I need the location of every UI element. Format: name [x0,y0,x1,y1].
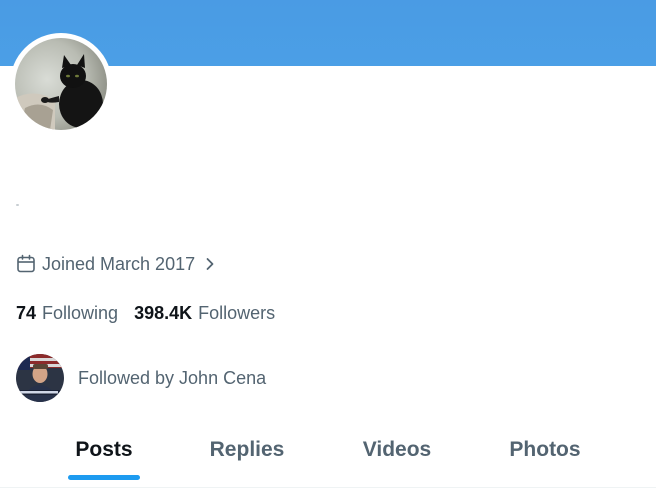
tab-label: Posts [75,438,133,461]
following-stat[interactable]: 74 Following [16,303,118,324]
profile-tabs: Posts Replies Videos Photos [0,420,656,490]
tab-videos[interactable]: Videos [286,420,508,480]
follow-stats: 74 Following 398.4K Followers [16,300,291,326]
joined-date[interactable]: Joined March 2017 [16,251,217,277]
profile-avatar[interactable] [10,33,112,135]
chevron-right-icon [203,257,217,271]
joined-text: Joined March 2017 [42,253,196,274]
tab-label: Videos [362,438,432,461]
tab-label: Replies [209,438,285,461]
tab-label: Photos [509,438,581,461]
cat-photo [15,38,107,130]
bio-placeholder-mark [16,204,19,206]
tabs-divider [0,487,656,488]
followers-label: Followers [198,302,276,323]
follower-avatar [16,354,64,402]
followed-by[interactable]: Followed by John Cena [16,353,266,403]
calendar-icon [16,254,36,274]
following-label: Following [42,302,119,323]
tab-posts[interactable]: Posts [0,420,208,480]
followers-count: 398.4K [134,302,193,323]
following-count: 74 [16,302,37,323]
followers-stat[interactable]: 398.4K Followers [134,303,275,324]
tab-replies[interactable]: Replies [208,420,286,480]
active-tab-indicator [68,475,140,480]
followed-by-text: Followed by John Cena [78,367,267,388]
tab-photos[interactable]: Photos [508,420,582,480]
